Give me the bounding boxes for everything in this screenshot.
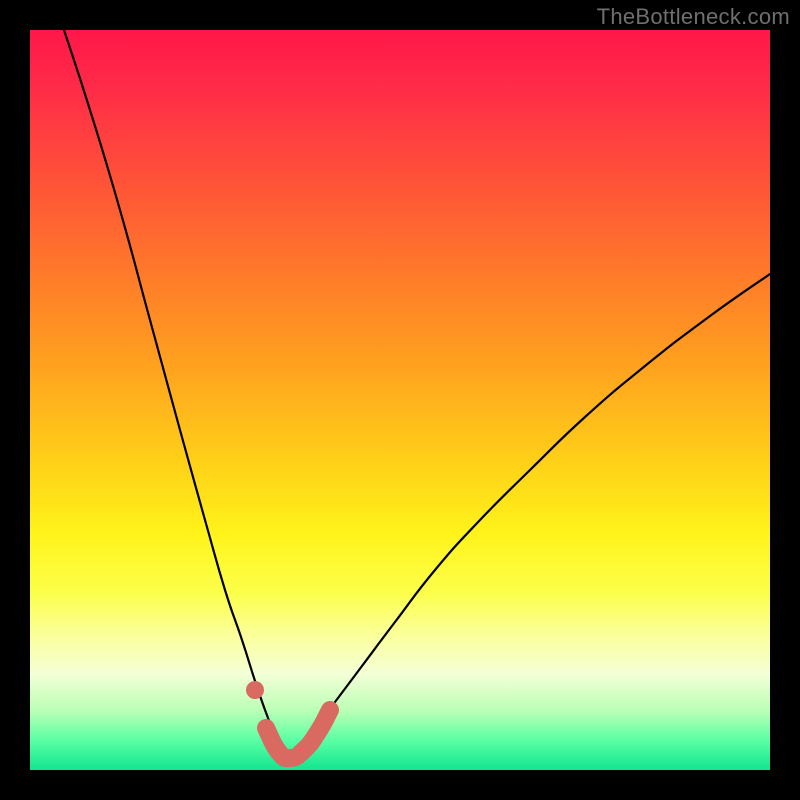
curve-layer bbox=[30, 30, 770, 770]
trough-marker-segment bbox=[266, 710, 330, 758]
watermark-text: TheBottleneck.com bbox=[597, 4, 790, 30]
trough-marker-dot bbox=[246, 681, 264, 699]
plot-area bbox=[30, 30, 770, 770]
curve-left-branch bbox=[64, 30, 286, 759]
outer-frame: TheBottleneck.com bbox=[0, 0, 800, 800]
curve-right-branch bbox=[286, 274, 770, 759]
